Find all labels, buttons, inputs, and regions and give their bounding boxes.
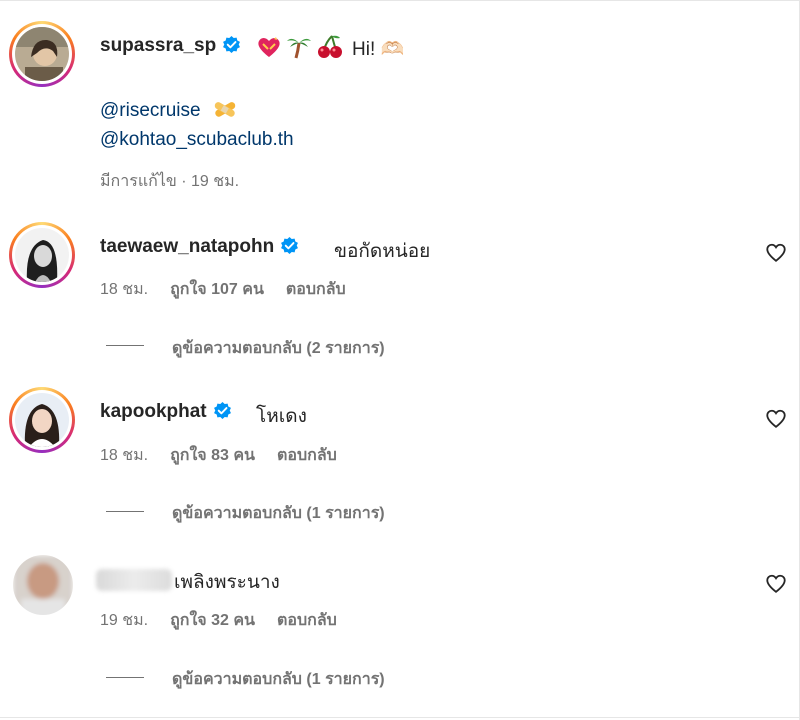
reply-button[interactable]: ตอบกลับ [277, 612, 337, 629]
comment-meta: 18 ชม. ถูกใจ 107 คน ตอบกลับ [100, 277, 346, 302]
replies-divider-line [106, 511, 144, 512]
comment-likes[interactable]: ถูกใจ 107 คน [170, 281, 264, 298]
replies-divider-line [106, 677, 144, 678]
like-heart-icon[interactable] [765, 573, 787, 595]
avatar-taewaew[interactable] [9, 222, 75, 288]
verified-badge-icon [280, 236, 299, 261]
comment-time: 18 ชม. [100, 447, 149, 464]
top-divider [0, 0, 800, 1]
reply-button[interactable]: ตอบกลับ [286, 281, 346, 298]
verified-badge-icon [222, 35, 241, 60]
view-replies-button[interactable]: ดูข้อความตอบกลับ (1 รายการ) [172, 667, 385, 692]
comment-username[interactable]: taewaew_natapohn [100, 236, 299, 261]
like-heart-icon[interactable] [765, 408, 787, 430]
comment-text: ขอกัดหน่อย [334, 241, 431, 262]
heart-with-ribbon-icon [256, 35, 282, 64]
like-heart-icon[interactable] [765, 242, 787, 264]
post-username[interactable]: supassra_sp [100, 35, 241, 60]
verified-badge-icon [213, 401, 232, 426]
avatar-kapookphat[interactable] [9, 387, 75, 453]
view-replies-button[interactable]: ดูข้อความตอบกลับ (1 รายการ) [172, 501, 385, 526]
comment-likes[interactable]: ถูกใจ 32 คน [170, 612, 255, 629]
comment-text: โหเดง [256, 406, 307, 427]
crossed-bandage-icon [212, 98, 238, 126]
avatar-supassra[interactable] [9, 21, 75, 87]
mention-risecruise[interactable]: @risecruise [100, 98, 238, 126]
comment-meta: 19 ชม. ถูกใจ 32 คน ตอบกลับ [100, 608, 337, 633]
post-text: Hi! 🫶🏻 [352, 39, 405, 60]
comment-time: 19 ชม. [100, 612, 149, 629]
comment-username[interactable]: kapookphat [100, 401, 232, 426]
comment-likes[interactable]: ถูกใจ 83 คน [170, 447, 255, 464]
view-replies-button[interactable]: ดูข้อความตอบกลับ (2 รายการ) [172, 336, 385, 361]
post-meta: มีการแก้ไข · 19 ชม. [100, 173, 240, 190]
blurred-username [96, 569, 172, 591]
cherries-icon [316, 34, 344, 65]
mention-kohtao-scubaclub[interactable]: @kohtao_scubaclub.th [100, 129, 294, 151]
comment-meta: 18 ชม. ถูกใจ 83 คน ตอบกลับ [100, 443, 337, 468]
replies-divider-line [106, 345, 144, 346]
reply-button[interactable]: ตอบกลับ [277, 447, 337, 464]
comment-text: เพลิงพระนาง [174, 572, 280, 593]
bottom-divider [0, 717, 800, 718]
comment-time: 18 ชม. [100, 281, 149, 298]
palm-tree-icon [286, 33, 312, 64]
avatar-blurred[interactable] [13, 555, 73, 615]
